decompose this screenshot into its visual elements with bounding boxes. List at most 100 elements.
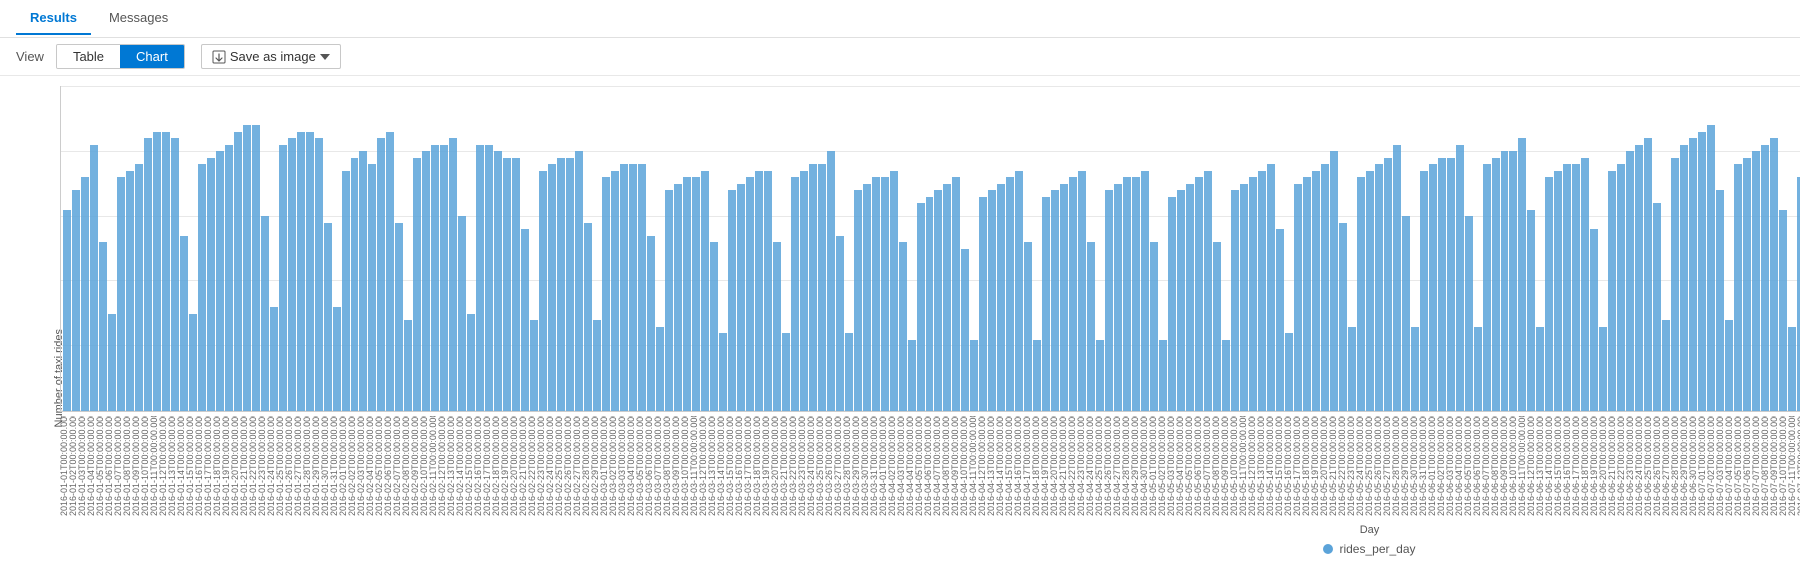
x-label-188: 2016-07-07T00:00:00.0000000: [1752, 416, 1761, 516]
bar-169: [1581, 158, 1589, 412]
bar-142: [1339, 223, 1347, 412]
bar-87: [845, 333, 853, 411]
x-label-132: 2016-05-12T00:00:00.0000000: [1248, 416, 1257, 516]
bar-8: [135, 164, 143, 411]
x-label-28: 2016-01-29T00:00:00.0000000: [312, 416, 321, 516]
x-label-4: 2016-01-05T00:00:00.0000000: [96, 416, 105, 516]
bar-41: [431, 145, 439, 412]
bar-7: [126, 171, 134, 412]
bar-36: [386, 132, 394, 412]
bar-96: [926, 197, 934, 412]
bar-109: [1042, 197, 1050, 412]
x-label-82: 2016-03-23T00:00:00.0000000: [798, 416, 807, 516]
bar-35: [377, 138, 385, 411]
bar-90: [872, 177, 880, 411]
x-label-44: 2016-02-14T00:00:00.0000000: [456, 416, 465, 516]
x-label-6: 2016-01-07T00:00:00.0000000: [114, 416, 123, 516]
chart-button[interactable]: Chart: [120, 45, 184, 68]
bar-93: [899, 242, 907, 411]
bar-135: [1276, 229, 1284, 411]
x-label-98: 2016-04-08T00:00:00.0000000: [942, 416, 951, 516]
bar-175: [1635, 145, 1643, 412]
chart-legend: rides_per_day: [60, 538, 1800, 560]
bar-179: [1671, 158, 1679, 412]
x-label-72: 2016-03-13T00:00:00.0000000: [708, 416, 717, 516]
x-label-164: 2016-06-13T00:00:00.0000000: [1536, 416, 1545, 516]
bar-47: [485, 145, 493, 412]
table-button[interactable]: Table: [57, 45, 120, 68]
top-tabs: Results Messages: [0, 0, 1800, 38]
x-label-174: 2016-06-23T00:00:00.0000000: [1626, 416, 1635, 516]
bar-151: [1420, 171, 1428, 412]
x-label-36: 2016-02-06T00:00:00.0000000: [384, 416, 393, 516]
bar-5: [108, 314, 116, 412]
bar-158: [1483, 164, 1491, 411]
bar-21: [252, 125, 260, 411]
x-labels: 2016-01-01T00:00:00.00000002016-01-02T00…: [60, 412, 1800, 522]
bar-53: [539, 171, 547, 412]
bar-152: [1429, 164, 1437, 411]
x-label-176: 2016-06-25T00:00:00.0000000: [1644, 416, 1653, 516]
bar-115: [1096, 340, 1104, 412]
x-label-120: 2016-04-30T00:00:00.0000000: [1140, 416, 1149, 516]
x-label-130: 2016-05-10T00:00:00.0000000: [1230, 416, 1239, 516]
bar-76: [746, 177, 754, 411]
bars-container: [61, 86, 1800, 411]
x-label-46: 2016-02-16T00:00:00.0000000: [474, 416, 483, 516]
x-label-111: 2016-04-21T00:00:00.0000000: [1059, 416, 1068, 516]
x-label-103: 2016-04-13T00:00:00.0000000: [987, 416, 996, 516]
bar-161: [1509, 151, 1517, 411]
bar-92: [890, 171, 898, 412]
x-label-2: 2016-01-03T00:00:00.0000000: [78, 416, 87, 516]
x-label-89: 2016-03-30T00:00:00.0000000: [861, 416, 870, 516]
bar-189: [1761, 145, 1769, 412]
x-label-133: 2016-05-13T00:00:00.0000000: [1257, 416, 1266, 516]
x-label-122: 2016-05-02T00:00:00.0000000: [1158, 416, 1167, 516]
x-label-187: 2016-07-06T00:00:00.0000000: [1743, 416, 1752, 516]
x-label-26: 2016-01-27T00:00:00.0000000: [294, 416, 303, 516]
x-label-117: 2016-04-27T00:00:00.0000000: [1113, 416, 1122, 516]
x-label-114: 2016-04-24T00:00:00.0000000: [1086, 416, 1095, 516]
x-label-147: 2016-05-27T00:00:00.0000000: [1383, 416, 1392, 516]
x-label-131: 2016-05-11T00:00:00.0000000: [1239, 416, 1248, 516]
bar-85: [827, 151, 835, 411]
x-label-69: 2016-03-10T00:00:00.0000000: [681, 416, 690, 516]
x-label-37: 2016-02-07T00:00:00.0000000: [393, 416, 402, 516]
bar-105: [1006, 177, 1014, 411]
x-label-27: 2016-01-28T00:00:00.0000000: [303, 416, 312, 516]
bar-33: [359, 151, 367, 411]
bar-114: [1087, 242, 1095, 411]
x-label-100: 2016-04-10T00:00:00.0000000: [960, 416, 969, 516]
main-content: Number of taxi rides 500k 400k 300k 200k…: [0, 76, 1800, 570]
x-label-137: 2016-05-17T00:00:00.0000000: [1293, 416, 1302, 516]
x-label-84: 2016-03-25T00:00:00.0000000: [816, 416, 825, 516]
bar-78: [764, 171, 772, 412]
x-label-169: 2016-06-18T00:00:00.0000000: [1581, 416, 1590, 516]
bar-11: [162, 132, 170, 412]
x-label-180: 2016-06-29T00:00:00.0000000: [1680, 416, 1689, 516]
x-label-13: 2016-01-14T00:00:00.0000000: [177, 416, 186, 516]
save-as-image-button[interactable]: Save as image: [201, 44, 341, 69]
x-label-107: 2016-04-17T00:00:00.0000000: [1023, 416, 1032, 516]
bar-49: [503, 158, 511, 412]
bar-24: [279, 145, 287, 412]
legend-label: rides_per_day: [1339, 542, 1415, 556]
chart-plot: 500k 400k 300k 200k 100k 0: [60, 86, 1800, 412]
bar-162: [1518, 138, 1526, 411]
bar-143: [1348, 327, 1356, 412]
x-label-173: 2016-06-22T00:00:00.0000000: [1617, 416, 1626, 516]
x-label-134: 2016-05-14T00:00:00.0000000: [1266, 416, 1275, 516]
x-label-41: 2016-02-11T00:00:00.0000000: [429, 416, 438, 516]
bar-123: [1168, 197, 1176, 412]
bar-157: [1474, 327, 1482, 412]
view-toggle: Table Chart: [56, 44, 185, 69]
x-label-138: 2016-05-18T00:00:00.0000000: [1302, 416, 1311, 516]
tab-results[interactable]: Results: [16, 2, 91, 35]
tab-messages[interactable]: Messages: [95, 2, 182, 35]
x-label-86: 2016-03-27T00:00:00.0000000: [834, 416, 843, 516]
bar-165: [1545, 177, 1553, 411]
chevron-down-icon: [320, 54, 330, 60]
x-label-155: 2016-06-04T00:00:00.0000000: [1455, 416, 1464, 516]
x-label-79: 2016-03-20T00:00:00.0000000: [771, 416, 780, 516]
x-label-190: 2016-07-09T00:00:00.0000000: [1770, 416, 1779, 516]
